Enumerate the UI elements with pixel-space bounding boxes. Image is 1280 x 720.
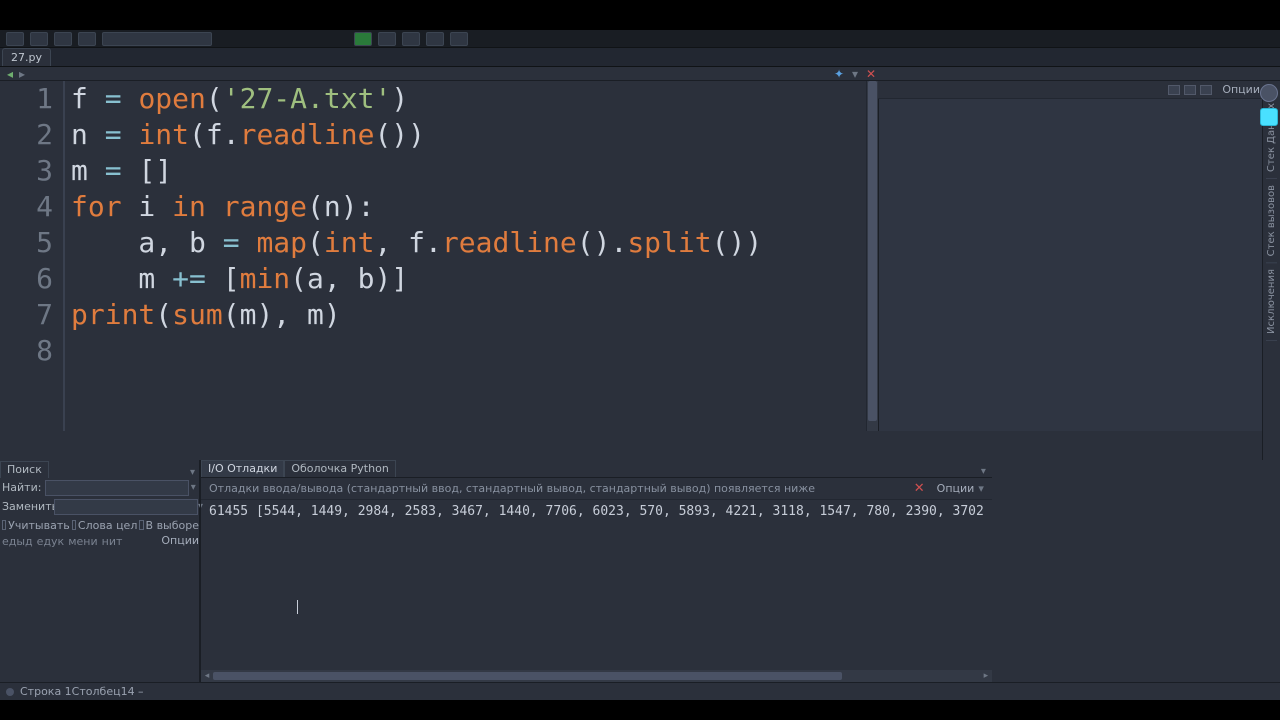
find-next-button[interactable]: едук [35,534,67,552]
text-cursor [297,600,298,614]
chevron-down-icon[interactable]: ▾ [978,482,984,495]
replace-label: Заменить: [2,500,54,513]
bottom-border [0,700,1280,720]
toolbar-button[interactable] [402,32,420,46]
line-number-gutter: 1 2 3 4 5 6 7 8 [0,81,65,431]
toolbar-button[interactable] [30,32,48,46]
run-button[interactable] [354,32,372,46]
nav-forward-icon[interactable]: ▸ [16,68,28,80]
tab-search[interactable]: Поиск [0,461,49,478]
search-panel: Поиск ▾ Найти: ▾ Заменить: ▾ Учитывать С… [0,460,200,682]
find-prev-button[interactable]: едыд [0,534,35,552]
line-number: 6 [0,261,53,297]
check-sel-label: В выборе [146,519,199,532]
line-number: 1 [0,81,53,117]
scroll-right-icon[interactable]: ▸ [980,671,992,681]
debug-data-panel [878,99,1280,431]
chevron-down-icon[interactable]: ▾ [981,466,992,477]
side-tab-exceptions[interactable]: Исключения [1266,263,1277,341]
tab-debug-io[interactable]: I/O Отладки [201,460,284,477]
debug-h-scrollbar[interactable]: ◂ ▸ [201,670,992,682]
layout-button[interactable] [1200,85,1212,95]
debug-io-description: Отладки ввода/вывода (стандартный ввод, … [209,482,815,495]
replace-all-button[interactable]: нит [100,534,125,552]
output-text: 61455 [5544, 1449, 2984, 2583, 3467, 144… [209,504,984,519]
side-tab-call-stack[interactable]: Стек вызовов [1266,179,1277,263]
toolbar-button[interactable] [54,32,72,46]
chevron-down-icon[interactable]: ▾ [190,467,199,478]
close-icon[interactable]: ✕ [914,481,925,496]
right-panel-header: Опции ▾ [878,81,1280,99]
toolbar-dropdown[interactable] [102,32,212,46]
check-case-label: Учитывать [8,519,70,532]
editor-area: 1 2 3 4 5 6 7 8 f = open('27-A.txt')n = … [0,81,1280,431]
python-icon[interactable] [1260,84,1278,102]
line-number: 4 [0,189,53,225]
tab-python-shell[interactable]: Оболочка Python [284,460,395,477]
search-options-button[interactable]: Опции [161,534,199,552]
chevron-down-icon[interactable]: ▾ [848,68,862,80]
replace-button[interactable]: мени [66,534,99,552]
toolbar-button[interactable] [78,32,96,46]
line-number: 7 [0,297,53,333]
line-number: 3 [0,153,53,189]
status-bar: Строка 1Столбец14 – [0,682,1280,700]
scrollbar-thumb[interactable] [868,81,877,421]
checkbox-selection[interactable] [139,520,143,530]
find-input[interactable] [45,480,189,496]
scrollbar-thumb[interactable] [213,672,842,680]
find-label: Найти: [2,481,45,494]
nav-back-icon[interactable]: ◂ [4,68,16,80]
line-number: 8 [0,333,53,369]
layout-button[interactable] [1184,85,1196,95]
toolbar-button[interactable] [426,32,444,46]
checkbox-word[interactable] [72,520,76,530]
file-tab-row: 27.py [0,48,1280,67]
tool-icon[interactable] [1260,108,1278,126]
cursor-position: Строка 1Столбец14 – [20,685,144,698]
code-content[interactable]: f = open('27-A.txt')n = int(f.readline()… [65,81,866,431]
toolbar-button[interactable] [378,32,396,46]
toolbar-button[interactable] [450,32,468,46]
line-number: 2 [0,117,53,153]
pin-icon[interactable]: ✦ [832,68,846,80]
status-indicator-icon [6,688,14,696]
ide-window: 27.py ◂ ▸ ✦ ▾ ✕ 1 2 3 4 5 6 7 8 f = open… [0,30,1280,720]
bottom-panels: Поиск ▾ Найти: ▾ Заменить: ▾ Учитывать С… [0,460,878,682]
toolbar-button[interactable] [6,32,24,46]
editor-scrollbar[interactable] [866,81,878,431]
layout-button[interactable] [1168,85,1180,95]
editor-nav-row: ◂ ▸ ✦ ▾ ✕ [0,67,1280,81]
checkbox-case[interactable] [2,520,6,530]
right-panel: Опции ▾ [878,81,1280,431]
file-tab[interactable]: 27.py [2,48,51,66]
chevron-down-icon[interactable]: ▾ [189,482,197,493]
replace-input[interactable] [54,499,198,515]
debug-panel: I/O Отладки Оболочка Python ▾ Отладки вв… [200,460,992,682]
toolbar [0,30,1280,48]
code-editor[interactable]: 1 2 3 4 5 6 7 8 f = open('27-A.txt')n = … [0,81,878,431]
close-icon[interactable]: ✕ [864,68,878,80]
check-word-label: Слова цел [78,519,137,532]
debug-output[interactable]: 61455 [5544, 1449, 2984, 2583, 3467, 144… [201,500,992,670]
line-number: 5 [0,225,53,261]
right-corner-icons [1260,84,1278,126]
scroll-left-icon[interactable]: ◂ [201,671,213,681]
side-tab-strip: Стек Данных Стек вызовов Исключения [1262,97,1280,460]
debug-options-button[interactable]: Опции [937,482,975,495]
options-label[interactable]: Опции [1222,83,1260,96]
